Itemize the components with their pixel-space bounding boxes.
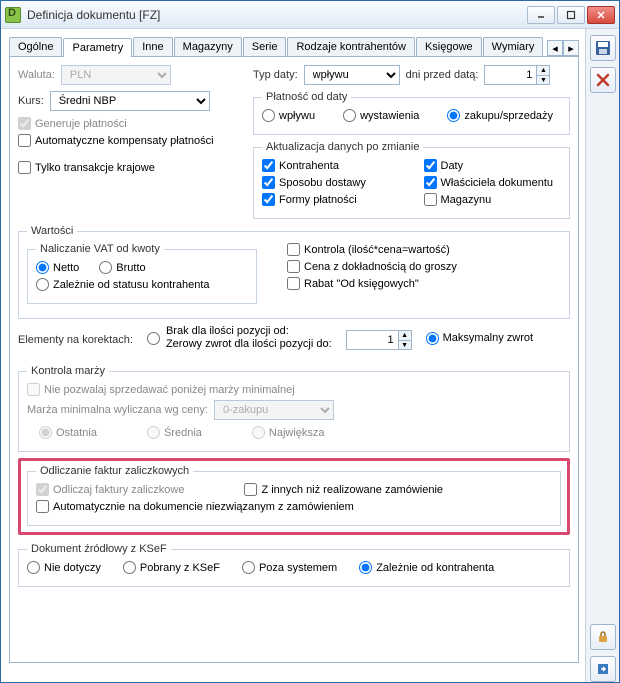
- akt-kontrahenta-check[interactable]: Kontrahenta: [262, 159, 400, 172]
- wartosci-group: Wartości Naliczanie VAT od kwoty Netto B…: [18, 225, 570, 319]
- kurs-label: Kurs:: [18, 95, 44, 107]
- typ-daty-label: Typ daty:: [253, 69, 298, 81]
- ksef-poza-radio[interactable]: Poza systemem: [242, 561, 337, 574]
- ksef-group: Dokument źródłowy z KSeF Nie dotyczy Pob…: [18, 543, 570, 587]
- tab-inne[interactable]: Inne: [133, 37, 172, 56]
- generuje-platnosci-check: Generuje płatności: [18, 117, 233, 130]
- ostatnia-radio: Ostatnia: [39, 426, 97, 439]
- zaleznie-radio[interactable]: Zależnie od statusu kontrahenta: [36, 278, 248, 291]
- tab-scroll-right[interactable]: ▸: [563, 40, 579, 56]
- tab-content: Waluta: PLN Kurs: Średni NBP Generuje pł…: [9, 57, 579, 663]
- dni-przed-label: dni przed datą:: [406, 69, 479, 81]
- cena-dokladnosc-check[interactable]: Cena z dokładnością do groszy: [287, 260, 561, 273]
- window-title: Definicja dokumentu [FZ]: [27, 8, 527, 22]
- tab-magazyny[interactable]: Magazyny: [174, 37, 242, 56]
- akt-wlasciciela-check[interactable]: Właściciela dokumentu: [424, 176, 562, 189]
- odliczaj-check: Odliczaj faktury zaliczkowe: [36, 483, 184, 496]
- odliczanie-group: Odliczanie faktur zaliczkowych Odliczaj …: [27, 465, 561, 526]
- ksef-niedotyczy-radio[interactable]: Nie dotyczy: [27, 561, 101, 574]
- brutto-radio[interactable]: Brutto: [99, 261, 145, 274]
- app-icon: [5, 7, 21, 23]
- spin-down-icon[interactable]: ▼: [398, 340, 412, 350]
- apply-button[interactable]: [590, 656, 616, 682]
- tab-serie[interactable]: Serie: [243, 37, 287, 56]
- tylko-krajowe-check[interactable]: Tylko transakcje krajowe: [18, 161, 233, 174]
- kurs-select[interactable]: Średni NBP: [50, 91, 210, 111]
- odliczanie-highlight: Odliczanie faktur zaliczkowych Odliczaj …: [18, 458, 570, 535]
- ksef-pobrany-radio[interactable]: Pobrany z KSeF: [123, 561, 220, 574]
- tab-ksiegowe[interactable]: Księgowe: [416, 37, 482, 56]
- naliczanie-group: Naliczanie VAT od kwoty Netto Brutto Zal…: [27, 243, 257, 304]
- pod-wystawienia-radio[interactable]: wystawienia: [343, 109, 419, 122]
- marza-group: Kontrola marży Nie pozwalaj sprzedawać p…: [18, 365, 570, 452]
- marza-min-select: 0-zakupu: [214, 400, 334, 420]
- akt-daty-check[interactable]: Daty: [424, 159, 562, 172]
- rabat-check[interactable]: Rabat "Od księgowych": [287, 277, 561, 290]
- platnosc-od-daty-group: Płatność od daty wpływu wystawienia zaku…: [253, 91, 570, 135]
- ksef-zaleznie-radio[interactable]: Zależnie od kontrahenta: [359, 561, 494, 574]
- save-button[interactable]: [590, 35, 616, 61]
- najwieksza-radio: Największa: [252, 426, 325, 439]
- waluta-label: Waluta:: [18, 69, 55, 81]
- aktualizacja-group: Aktualizacja danych po zmianie Kontrahen…: [253, 141, 570, 219]
- sidebar: [585, 29, 619, 682]
- lock-button[interactable]: [590, 624, 616, 650]
- delete-button[interactable]: [590, 67, 616, 93]
- typ-daty-select[interactable]: wpływu: [304, 65, 400, 85]
- zinnych-check[interactable]: Z innych niż realizowane zamówienie: [244, 483, 443, 496]
- kontrola-check[interactable]: Kontrola (ilość*cena=wartość): [287, 243, 561, 256]
- korekty-label: Elementy na korektach:: [18, 334, 133, 346]
- spin-up-icon[interactable]: ▲: [398, 330, 412, 340]
- netto-radio[interactable]: Netto: [36, 261, 79, 274]
- auto-kompensaty-check[interactable]: Automatyczne kompensaty płatności: [18, 134, 233, 147]
- minimize-button[interactable]: [527, 6, 555, 24]
- arrow-right-icon: [596, 662, 610, 676]
- floppy-icon: [595, 40, 611, 56]
- tab-wymiary[interactable]: Wymiary: [483, 37, 544, 56]
- srednia-radio: Średnia: [147, 426, 202, 439]
- auto-odliczanie-check[interactable]: Automatycznie na dokumencie niezwiązanym…: [36, 500, 552, 513]
- x-icon: [596, 73, 610, 87]
- window: Definicja dokumentu [FZ] Ogólne Parametr…: [0, 0, 620, 683]
- pod-wplywu-radio[interactable]: wpływu: [262, 109, 315, 122]
- lock-icon: [596, 630, 610, 644]
- waluta-select: PLN: [61, 65, 171, 85]
- maximize-button[interactable]: [557, 6, 585, 24]
- marza-min-label: Marża minimalna wyliczana wg ceny:: [27, 404, 208, 416]
- korekty-max-radio[interactable]: Maksymalny zwrot: [426, 332, 533, 345]
- akt-sposobu-check[interactable]: Sposobu dostawy: [262, 176, 400, 189]
- korekty-brak-radio[interactable]: Brak dla ilości pozycji od:Zerowy zwrot …: [147, 325, 332, 351]
- spin-up-icon[interactable]: ▲: [536, 65, 550, 75]
- pod-zakupu-radio[interactable]: zakupu/sprzedaży: [447, 109, 553, 122]
- spin-down-icon[interactable]: ▼: [536, 75, 550, 85]
- tab-rodzaje[interactable]: Rodzaje kontrahentów: [287, 37, 414, 56]
- korekty-spin[interactable]: ▲▼: [346, 330, 412, 350]
- tab-ogolne[interactable]: Ogólne: [9, 37, 62, 56]
- tab-bar: Ogólne Parametry Inne Magazyny Serie Rod…: [9, 35, 579, 57]
- tab-parametry[interactable]: Parametry: [63, 38, 132, 57]
- akt-magazynu-check[interactable]: Magazynu: [424, 193, 562, 206]
- close-button[interactable]: [587, 6, 615, 24]
- nie-pozwalaj-check: Nie pozwalaj sprzedawać poniżej marży mi…: [27, 383, 561, 396]
- tab-scroll-left[interactable]: ◂: [547, 40, 563, 56]
- titlebar: Definicja dokumentu [FZ]: [1, 1, 619, 29]
- dni-przed-spin[interactable]: ▲▼: [484, 65, 550, 85]
- akt-formy-check[interactable]: Formy płatności: [262, 193, 400, 206]
